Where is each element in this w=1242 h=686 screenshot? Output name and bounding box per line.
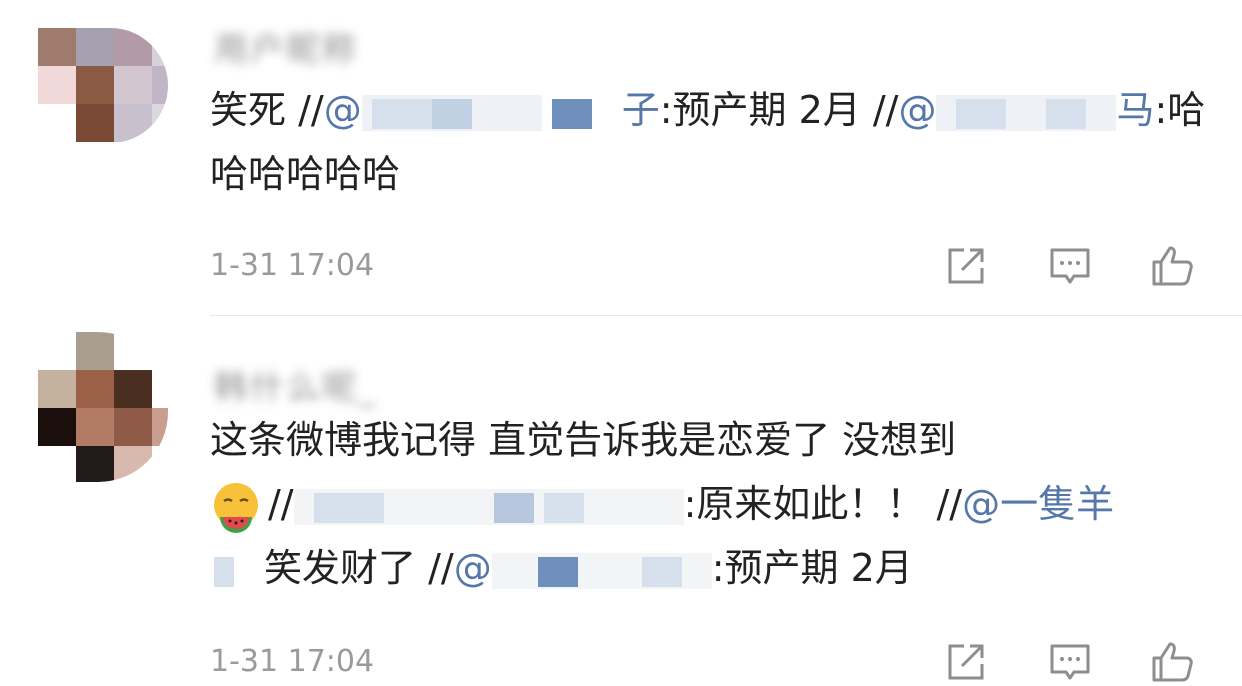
share-icon[interactable]	[942, 242, 990, 290]
mention-link[interactable]: @一隻羊	[962, 482, 1114, 526]
username[interactable]: 用户昵称	[214, 22, 358, 71]
mention-link[interactable]: @	[454, 546, 712, 590]
watermelon-emoji-icon	[214, 482, 258, 533]
share-icon[interactable]	[942, 638, 990, 686]
comment-text: 笑死 //@ 子:预产期 2月 //@ 马:哈 哈哈哈哈哈	[210, 88, 1206, 196]
mention-link[interactable]: @ 子	[324, 88, 660, 132]
mention-link[interactable]: @ 马	[898, 88, 1154, 132]
like-icon[interactable]	[1148, 242, 1196, 290]
comment-icon[interactable]	[1046, 242, 1094, 290]
like-icon[interactable]	[1148, 638, 1196, 686]
timestamp: 1-31 17:04	[210, 644, 375, 679]
comment-item: 韩什么呢_ 这条微博我记得 直觉告诉我是恋爱了 没想到 //:原来如此！！ //…	[0, 316, 1242, 682]
timestamp: 1-31 17:04	[210, 248, 375, 283]
action-bar	[942, 638, 1202, 686]
username[interactable]: 韩什么呢_	[214, 360, 377, 409]
comment-text: 这条微博我记得 直觉告诉我是恋爱了 没想到 //:原来如此！！ //@一隻羊 笑…	[210, 418, 1115, 590]
action-bar	[942, 242, 1202, 290]
avatar[interactable]	[38, 28, 168, 143]
comment-icon[interactable]	[1046, 638, 1094, 686]
avatar[interactable]	[38, 332, 168, 482]
comment-item: 用户昵称 笑死 //@ 子:预产期 2月 //@ 马:哈 哈哈哈哈哈 1-31 17…	[0, 0, 1242, 316]
